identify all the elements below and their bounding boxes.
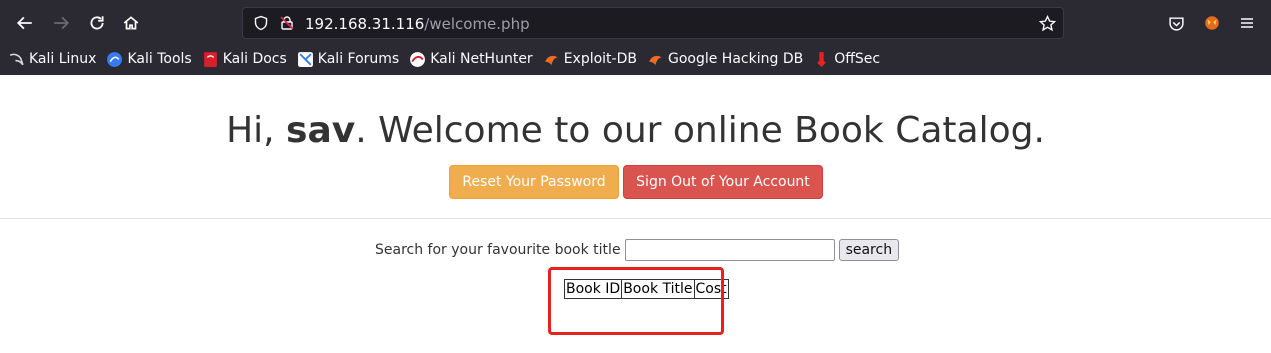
bookmark-label: Kali NetHunter xyxy=(430,51,533,67)
greeting-prefix: Hi, xyxy=(226,110,287,151)
url-host: 192.168.31.116 xyxy=(305,14,425,33)
bookmark-label: Kali Linux xyxy=(29,51,97,67)
welcome-heading: Hi, sav. Welcome to our online Book Cata… xyxy=(0,110,1271,151)
shield-icon[interactable] xyxy=(251,13,271,33)
bookmark-kali-linux[interactable]: Kali Linux xyxy=(8,51,96,68)
username: sav xyxy=(286,110,356,151)
bookmark-label: Kali Tools xyxy=(127,51,192,67)
back-button[interactable] xyxy=(10,8,40,38)
ghdb-icon xyxy=(649,55,662,65)
insecure-lock-icon[interactable] xyxy=(277,13,297,33)
pocket-icon xyxy=(1168,16,1184,31)
browser-chrome: 192.168.31.116/welcome.php Kali Linux Ka… xyxy=(0,0,1271,75)
back-arrow-icon xyxy=(16,16,32,30)
search-form: Search for your favourite book title sea… xyxy=(375,238,900,262)
bookmark-label: Kali Forums xyxy=(317,51,400,67)
fox-extension-icon xyxy=(1205,16,1219,30)
url-path: /welcome.php xyxy=(424,14,530,33)
extension-button[interactable] xyxy=(1197,8,1227,38)
exploit-db-icon xyxy=(544,55,558,65)
search-label: Search for your favourite book title xyxy=(375,242,621,258)
reload-icon xyxy=(90,16,104,30)
kali-docs-icon xyxy=(203,51,217,67)
bookmark-kali-tools[interactable]: Kali Tools xyxy=(106,51,192,68)
forward-button[interactable] xyxy=(46,8,76,38)
address-bar[interactable]: 192.168.31.116/welcome.php xyxy=(242,7,1064,39)
divider xyxy=(0,218,1271,219)
menu-button[interactable] xyxy=(1232,8,1262,38)
bookmark-star-icon[interactable] xyxy=(1037,13,1057,33)
offsec-icon xyxy=(817,51,826,67)
kali-nethunter-icon xyxy=(410,51,426,67)
pocket-button[interactable] xyxy=(1161,8,1191,38)
reset-password-button[interactable]: Reset Your Password xyxy=(449,165,619,199)
forward-arrow-icon xyxy=(54,16,70,30)
reload-button[interactable] xyxy=(82,8,112,38)
bookmark-label: OffSec xyxy=(834,51,881,67)
bookmark-label: Kali Docs xyxy=(222,51,287,67)
bookmark-label: Google Hacking DB xyxy=(667,51,804,67)
bookmark-kali-docs[interactable]: Kali Docs xyxy=(202,51,287,68)
annotation-highlight-box xyxy=(548,267,724,335)
bookmark-kali-nethunter[interactable]: Kali NetHunter xyxy=(409,51,533,68)
home-button[interactable] xyxy=(116,8,146,38)
home-icon xyxy=(123,16,139,30)
hamburger-menu-icon xyxy=(1241,18,1253,28)
bookmark-label: Exploit-DB xyxy=(563,51,637,67)
kali-tools-icon xyxy=(107,51,123,67)
bookmark-offsec[interactable]: OffSec xyxy=(813,51,880,68)
sign-out-button[interactable]: Sign Out of Your Account xyxy=(623,165,823,199)
greeting-suffix: . Welcome to our online Book Catalog. xyxy=(355,110,1045,151)
url-text[interactable]: 192.168.31.116/welcome.php xyxy=(305,14,530,33)
bookmark-google-hacking-db[interactable]: Google Hacking DB xyxy=(647,51,803,68)
search-button[interactable]: search xyxy=(838,239,900,261)
kali-forums-icon xyxy=(297,51,313,67)
bookmarks-toolbar: Kali Linux Kali Tools Kali Docs Kali For… xyxy=(8,47,890,71)
bookmark-kali-forums[interactable]: Kali Forums xyxy=(297,51,399,68)
kali-dragon-icon xyxy=(9,53,24,65)
bookmark-exploit-db[interactable]: Exploit-DB xyxy=(543,51,637,68)
search-input[interactable] xyxy=(624,239,835,261)
